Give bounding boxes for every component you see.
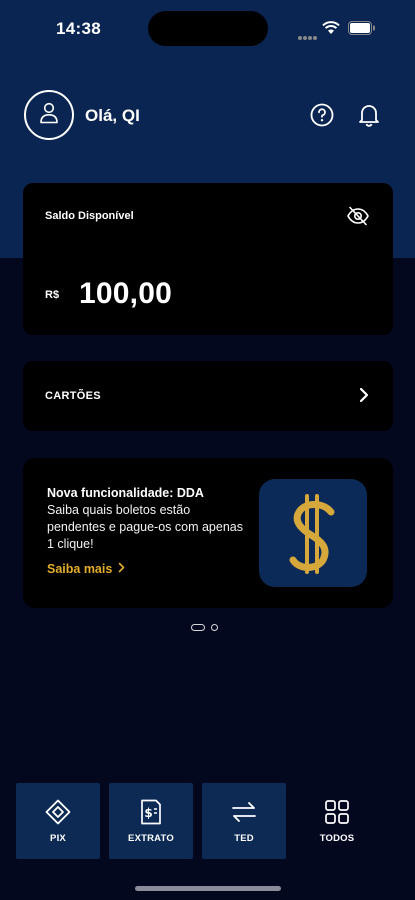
todos-label: TODOS <box>319 833 355 844</box>
cellular-signal-icon <box>298 28 318 46</box>
todos-button[interactable]: TODOS <box>295 783 379 859</box>
help-circle-icon <box>310 103 334 132</box>
bell-icon <box>358 103 380 132</box>
dynamic-island <box>148 11 268 46</box>
ted-label: TED <box>234 833 254 844</box>
promo-title: Nova funcionalidade: DDA <box>47 486 204 500</box>
wifi-icon <box>322 21 340 40</box>
balance-amount: 100,00 <box>79 277 172 310</box>
notifications-button[interactable] <box>356 103 382 131</box>
currency-label: R$ <box>45 289 60 301</box>
extrato-button[interactable]: $ EXTRATO <box>109 783 193 859</box>
chevron-right-icon <box>359 387 369 408</box>
home-indicator[interactable] <box>135 886 281 891</box>
greeting-text: Olá, QI <box>85 106 140 125</box>
user-icon <box>39 102 59 129</box>
balance-title: Saldo Disponível <box>45 210 134 222</box>
pix-label: PIX <box>50 833 66 844</box>
status-bar: 14:38 <box>0 0 415 56</box>
pix-icon <box>45 799 71 825</box>
transfer-arrows-icon <box>231 799 257 825</box>
svg-text:$: $ <box>144 806 152 820</box>
toggle-balance-visibility-button[interactable] <box>346 206 370 231</box>
pix-button[interactable]: PIX <box>16 783 100 859</box>
cards-row[interactable]: CARTÕES <box>23 361 393 431</box>
eye-off-icon <box>346 206 370 231</box>
bank-logo-icon <box>259 479 367 587</box>
ted-button[interactable]: TED <box>202 783 286 859</box>
promo-description: Saiba quais boletos estão pendentes e pa… <box>47 503 243 551</box>
pagination-dot-active[interactable] <box>191 624 205 631</box>
carousel-pagination <box>191 624 218 631</box>
battery-icon <box>348 21 376 40</box>
avatar-button[interactable] <box>24 90 74 140</box>
pagination-dot[interactable] <box>211 624 218 631</box>
promo-link-label: Saiba mais <box>47 562 113 576</box>
cards-label: CARTÕES <box>45 390 101 402</box>
balance-card: Saldo Disponível R$ 100,00 <box>23 183 393 335</box>
help-button[interactable] <box>309 103 335 132</box>
status-time: 14:38 <box>56 19 101 38</box>
chevron-right-icon <box>118 562 125 576</box>
promo-learn-more-link[interactable]: Saiba mais <box>47 562 125 576</box>
promo-banner[interactable]: Nova funcionalidade: DDA Saiba quais bol… <box>23 458 393 608</box>
statement-icon: $ <box>139 799 163 825</box>
extrato-label: EXTRATO <box>128 833 174 844</box>
grid-icon <box>324 799 350 825</box>
